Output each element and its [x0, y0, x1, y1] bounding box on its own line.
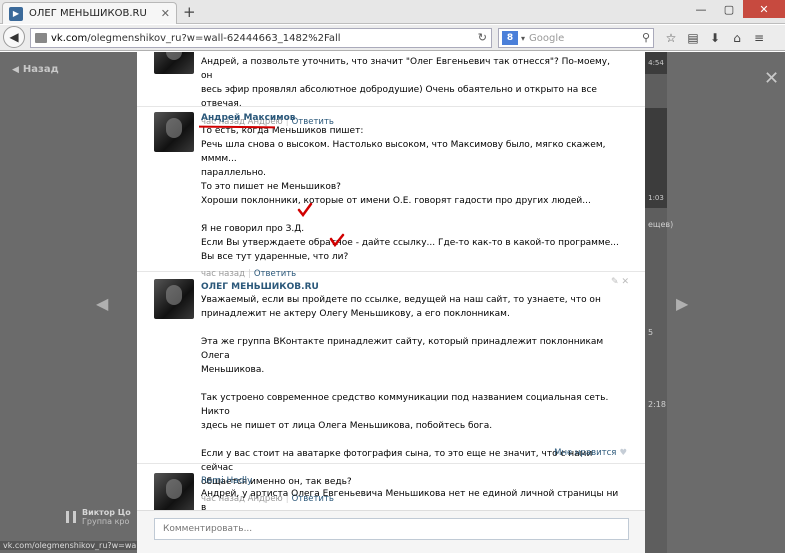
- back-label: Назад: [22, 64, 59, 75]
- window-controls: — ▢ ✕: [687, 0, 785, 18]
- avatar[interactable]: [154, 52, 194, 74]
- bookmark-star-icon[interactable]: ☆: [660, 29, 682, 47]
- google-search-engine-icon[interactable]: 8: [502, 31, 518, 45]
- search-engine-dropdown-icon[interactable]: ▾: [521, 34, 525, 43]
- toolbar-icons: ☆ ▤ ⬇ ⌂ ≡: [660, 29, 770, 47]
- prev-post-arrow-icon[interactable]: ◀: [96, 294, 108, 313]
- address-bar[interactable]: vk.com/olegmenshikov_ru?w=wall-62444663_…: [30, 28, 492, 48]
- background-text: 2:18: [648, 400, 666, 409]
- tab-title: ОЛЕГ МЕНЬШИКОВ.RU: [29, 8, 147, 19]
- search-input[interactable]: Google: [529, 33, 564, 44]
- avatar[interactable]: [154, 112, 194, 152]
- comment-item: ✎ ✕ ОЛЕГ МЕНЬШИКОВ.RU Уважаемый, если вы…: [137, 273, 645, 504]
- comment-author[interactable]: ОЛЕГ МЕНЬШИКОВ.RU: [201, 281, 621, 293]
- background-video-thumb: 1:03: [645, 108, 667, 208]
- search-bar[interactable]: 8 ▾ Google ⚲: [498, 28, 654, 48]
- background-text: ещев): [648, 220, 674, 229]
- avatar[interactable]: [154, 473, 194, 513]
- browser-back-button[interactable]: ◀: [3, 26, 25, 48]
- navigation-bar: ◀ vk.com/olegmenshikov_ru?w=wall-6244466…: [0, 25, 785, 51]
- pause-icon[interactable]: [66, 511, 76, 523]
- vk-favicon-icon: ▶: [9, 6, 23, 21]
- back-link[interactable]: ◀ Назад: [12, 64, 59, 75]
- browser-tab[interactable]: ▶ ОЛЕГ МЕНЬШИКОВ.RU ✕: [2, 2, 177, 24]
- comment-author[interactable]: Андрей Максимов: [201, 112, 621, 124]
- background-text: 5: [648, 328, 654, 337]
- window-close-icon[interactable]: ✕: [743, 0, 785, 18]
- heart-icon: ♥: [619, 448, 627, 458]
- delete-icon[interactable]: ✕: [621, 277, 629, 287]
- avatar[interactable]: [154, 279, 194, 319]
- next-post-arrow-icon[interactable]: ▶: [676, 294, 688, 313]
- site-identity-icon[interactable]: [35, 33, 47, 43]
- background-audio-player[interactable]: Виктор Цо Группа кро: [66, 508, 131, 526]
- url-text: vk.com/olegmenshikov_ru?w=wall-62444663_…: [51, 32, 341, 44]
- comment-composer: [137, 510, 645, 553]
- comment-author[interactable]: Remi Hadly: [201, 475, 621, 487]
- new-tab-button[interactable]: +: [183, 3, 196, 21]
- home-icon[interactable]: ⌂: [726, 29, 748, 47]
- tab-bar: ▶ ОЛЕГ МЕНЬШИКОВ.RU ✕ + — ▢ ✕: [0, 0, 785, 24]
- audio-title: Виктор Цо: [82, 508, 131, 517]
- red-check-annotation: [297, 203, 313, 217]
- post-comments-modal: Андрей, а позвольте уточнить, что значит…: [137, 52, 645, 553]
- background-video-thumb: 4:54: [645, 52, 667, 74]
- page-overlay: ◀ Назад ✕ ◀ ▶ 4:54 1:03 ещев) 5 2:18 Вик…: [0, 52, 785, 553]
- search-go-icon[interactable]: ⚲: [642, 31, 650, 44]
- minimize-icon[interactable]: —: [687, 0, 715, 18]
- like-label: Мне нравится: [554, 448, 617, 458]
- red-check-annotation: [329, 233, 345, 247]
- comment-item: Remi Hadly Андрей, у артиста Олега Евген…: [137, 465, 645, 513]
- like-button[interactable]: Мне нравится ♥: [554, 448, 627, 458]
- tab-close-icon[interactable]: ✕: [161, 7, 170, 20]
- comment-text: Уважаемый, если вы пройдете по ссылке, в…: [201, 295, 609, 487]
- overlay-close-icon[interactable]: ✕: [764, 68, 779, 89]
- comment-item: Андрей, а позвольте уточнить, что значит…: [137, 52, 645, 127]
- reload-icon[interactable]: ↻: [478, 31, 487, 44]
- comment-input[interactable]: [154, 518, 629, 540]
- maximize-icon[interactable]: ▢: [715, 0, 743, 18]
- bookmarks-menu-icon[interactable]: ▤: [682, 29, 704, 47]
- menu-icon[interactable]: ≡: [748, 29, 770, 47]
- back-arrow-icon: ◀: [12, 64, 19, 75]
- comment-item: Андрей Максимов То есть, когда Меньшиков…: [137, 108, 645, 279]
- audio-subtitle: Группа кро: [82, 517, 130, 526]
- comment-text: Андрей, а позвольте уточнить, что значит…: [201, 57, 610, 109]
- downloads-icon[interactable]: ⬇: [704, 29, 726, 47]
- comment-text: То есть, когда Меньшиков пишет: Речь шла…: [201, 126, 619, 262]
